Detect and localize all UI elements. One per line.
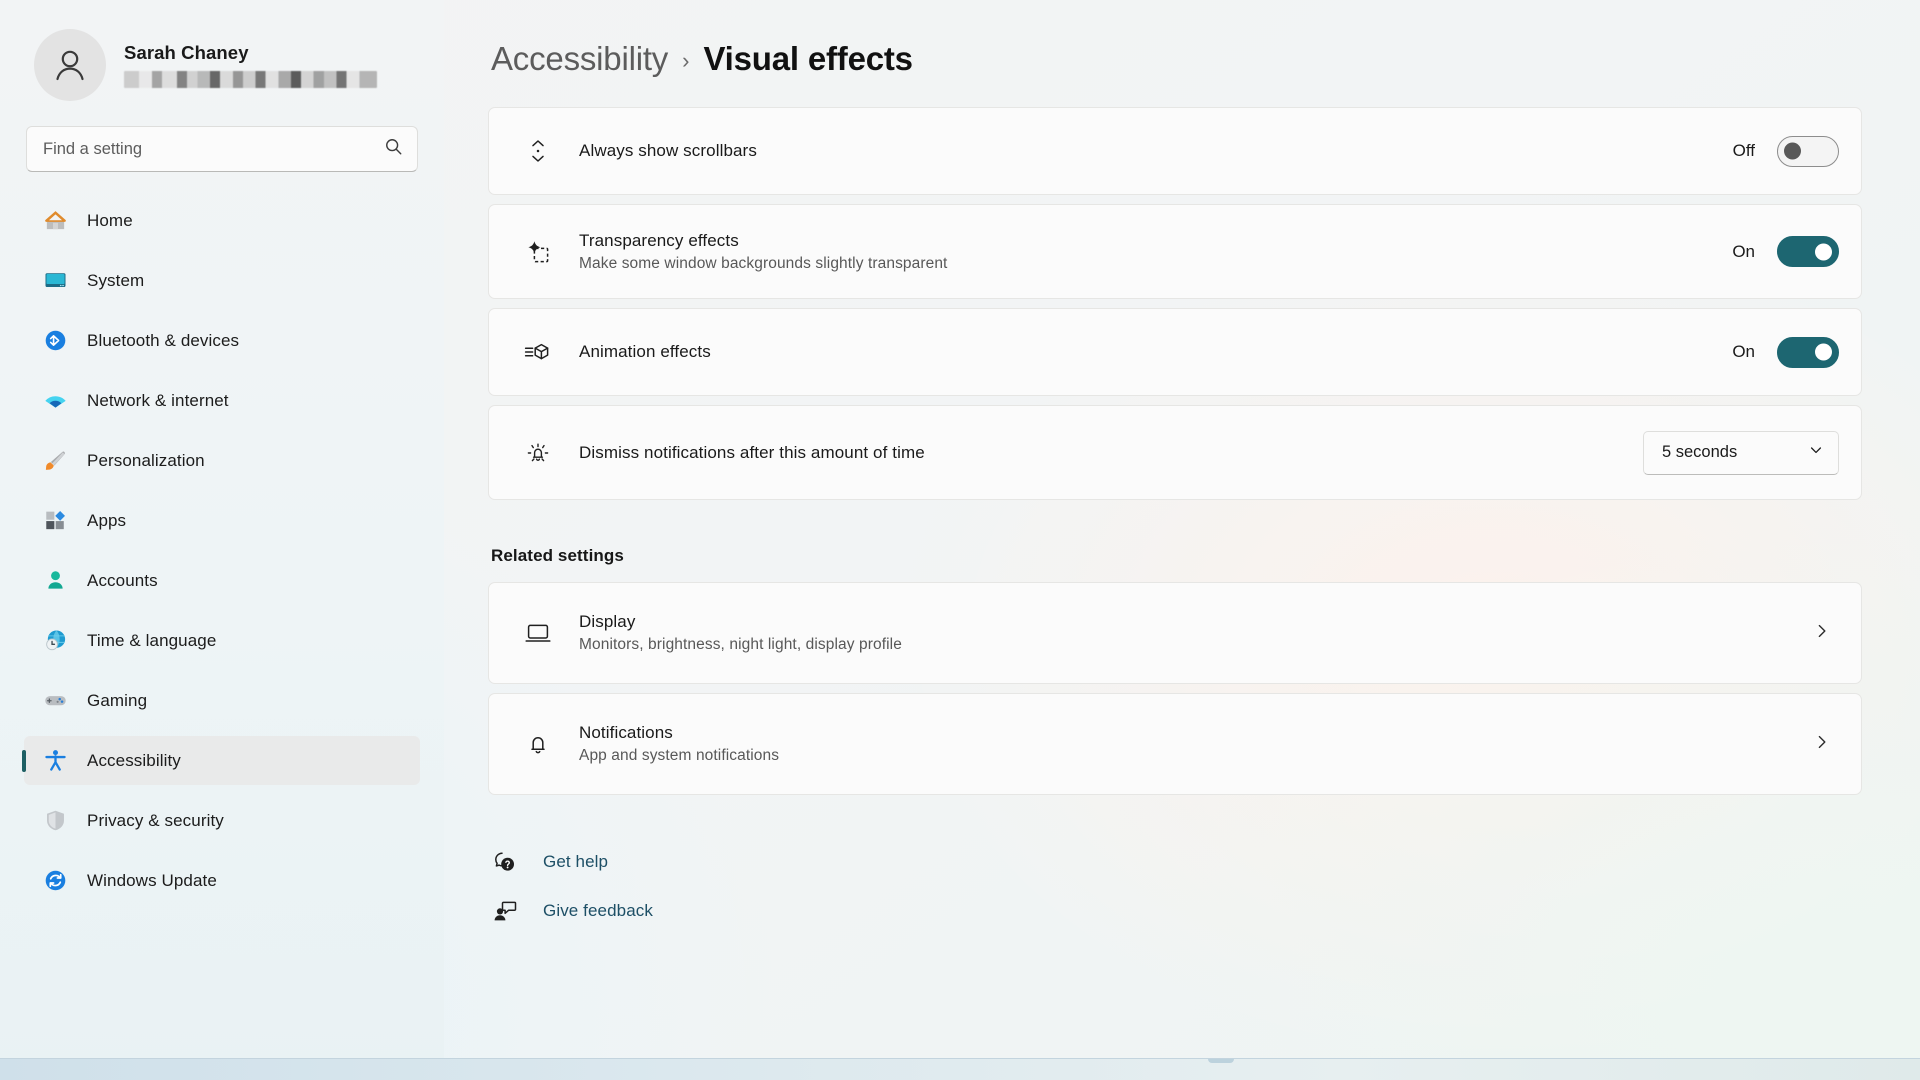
breadcrumb: Accessibility › Visual effects bbox=[488, 22, 1862, 96]
sidebar-item-home[interactable]: Home bbox=[24, 196, 420, 245]
search-input[interactable] bbox=[43, 139, 384, 159]
setting-row-dismiss-notifications: Dismiss notifications after this amount … bbox=[488, 405, 1862, 500]
sidebar-item-label: Network & internet bbox=[87, 390, 229, 410]
sidebar-item-time-language[interactable]: Time & language bbox=[24, 616, 420, 665]
setting-title: Transparency effects bbox=[579, 230, 739, 250]
setting-row-transparency-effects: Transparency effects Make some window ba… bbox=[488, 204, 1862, 299]
main-content: Accessibility › Visual effects Always sh… bbox=[444, 0, 1920, 1080]
sidebar-item-network[interactable]: Network & internet bbox=[24, 376, 420, 425]
sidebar-item-label: Windows Update bbox=[87, 870, 217, 890]
paintbrush-icon bbox=[42, 448, 68, 474]
scrollbar-icon bbox=[521, 134, 555, 168]
sidebar-item-windows-update[interactable]: Windows Update bbox=[24, 856, 420, 905]
sidebar-nav: Home System Bluetooth & devices Network … bbox=[24, 196, 420, 905]
system-monitor-icon bbox=[42, 268, 68, 294]
breadcrumb-separator-icon: › bbox=[682, 47, 690, 73]
page-title: Visual effects bbox=[703, 40, 913, 77]
dismiss-notifications-dropdown[interactable]: 5 seconds bbox=[1643, 430, 1839, 475]
related-item-subtitle: App and system notifications bbox=[579, 747, 780, 764]
globe-clock-icon bbox=[42, 628, 68, 654]
sidebar-item-privacy-security[interactable]: Privacy & security bbox=[24, 796, 420, 845]
related-item-title: Display bbox=[579, 612, 636, 631]
related-item-subtitle: Monitors, brightness, night light, displ… bbox=[579, 636, 902, 653]
account-person-icon bbox=[42, 568, 68, 594]
user-profile[interactable]: Sarah Chaney bbox=[24, 0, 420, 104]
settings-window: Sarah Chaney Find a setting Home System … bbox=[0, 0, 1920, 1080]
setting-title: Always show scrollbars bbox=[579, 141, 757, 160]
sidebar-item-label: Time & language bbox=[87, 630, 217, 650]
setting-row-animation-effects: Animation effects On bbox=[488, 308, 1862, 396]
setting-title: Animation effects bbox=[579, 342, 711, 361]
related-item-notifications[interactable]: Notifications App and system notificatio… bbox=[488, 693, 1862, 795]
feedback-person-bubble-icon bbox=[491, 897, 519, 925]
animation-cube-icon bbox=[521, 335, 555, 369]
dropdown-selected-value: 5 seconds bbox=[1662, 443, 1738, 461]
toggle-state-label: Off bbox=[1732, 141, 1755, 160]
sidebar-item-bluetooth[interactable]: Bluetooth & devices bbox=[24, 316, 420, 365]
apps-icon bbox=[42, 508, 68, 534]
sidebar-item-label: System bbox=[87, 270, 145, 290]
sidebar-item-system[interactable]: System bbox=[24, 256, 420, 305]
help-links: Get help Give feedback bbox=[488, 837, 1862, 935]
taskbar-indicator bbox=[1208, 1059, 1234, 1063]
help-link-label: Get help bbox=[543, 851, 609, 871]
transparency-sparkle-icon bbox=[521, 235, 555, 269]
setting-title: Dismiss notifications after this amount … bbox=[579, 442, 925, 462]
chevron-right-icon bbox=[1813, 622, 1839, 645]
toggle-knob bbox=[1815, 243, 1832, 260]
setting-row-always-show-scrollbars: Always show scrollbars Off bbox=[488, 107, 1862, 195]
toggle-state-label: On bbox=[1732, 342, 1755, 361]
animation-effects-toggle[interactable] bbox=[1777, 336, 1839, 368]
chevron-right-icon bbox=[1813, 733, 1839, 756]
sidebar: Sarah Chaney Find a setting Home System … bbox=[0, 0, 444, 1080]
sidebar-item-label: Accessibility bbox=[87, 750, 181, 770]
taskbar-strip bbox=[0, 1058, 1920, 1080]
help-link-label: Give feedback bbox=[543, 900, 653, 920]
search-box[interactable] bbox=[26, 126, 418, 172]
sidebar-item-label: Apps bbox=[87, 510, 127, 530]
shield-icon bbox=[42, 808, 68, 834]
chevron-down-icon bbox=[1808, 442, 1824, 463]
sidebar-item-label: Accounts bbox=[87, 570, 158, 590]
toggle-state-label: On bbox=[1732, 241, 1755, 261]
related-item-display[interactable]: Display Monitors, brightness, night ligh… bbox=[488, 582, 1862, 684]
update-refresh-icon bbox=[42, 868, 68, 894]
gamepad-icon bbox=[42, 688, 68, 714]
help-question-bubble-icon bbox=[491, 848, 519, 876]
related-settings-list: Display Monitors, brightness, night ligh… bbox=[488, 582, 1862, 795]
breadcrumb-parent-link[interactable]: Accessibility bbox=[491, 40, 668, 78]
sidebar-item-accessibility[interactable]: Accessibility bbox=[24, 736, 420, 785]
toggle-knob bbox=[1815, 343, 1832, 361]
sidebar-item-apps[interactable]: Apps bbox=[24, 496, 420, 545]
sidebar-item-label: Bluetooth & devices bbox=[87, 330, 240, 350]
sidebar-item-personalization[interactable]: Personalization bbox=[24, 436, 420, 485]
avatar bbox=[34, 29, 106, 101]
home-icon bbox=[42, 208, 68, 234]
settings-list: Always show scrollbars Off Transparency … bbox=[488, 107, 1862, 500]
related-item-title: Notifications bbox=[579, 723, 673, 742]
sidebar-item-accounts[interactable]: Accounts bbox=[24, 556, 420, 605]
always-show-scrollbars-toggle[interactable] bbox=[1777, 135, 1839, 167]
accessibility-person-icon bbox=[42, 748, 68, 774]
wifi-icon bbox=[42, 388, 68, 414]
sidebar-item-label: Gaming bbox=[87, 690, 148, 710]
profile-name: Sarah Chaney bbox=[124, 42, 249, 63]
notification-bell-timer-icon bbox=[521, 436, 555, 470]
sidebar-item-label: Privacy & security bbox=[87, 810, 224, 830]
search-icon bbox=[384, 137, 403, 161]
profile-email-redacted bbox=[124, 71, 377, 88]
get-help-link[interactable]: Get help bbox=[491, 837, 1862, 886]
setting-subtitle: Make some window backgrounds slightly tr… bbox=[579, 254, 948, 272]
bell-icon bbox=[521, 727, 555, 761]
display-monitor-icon bbox=[521, 616, 555, 650]
related-settings-heading: Related settings bbox=[491, 546, 624, 565]
give-feedback-link[interactable]: Give feedback bbox=[491, 886, 1862, 935]
transparency-effects-toggle[interactable] bbox=[1777, 236, 1839, 267]
toggle-knob bbox=[1784, 142, 1801, 160]
sidebar-item-label: Home bbox=[87, 210, 133, 230]
sidebar-item-label: Personalization bbox=[87, 450, 205, 470]
bluetooth-icon bbox=[42, 328, 68, 354]
sidebar-item-gaming[interactable]: Gaming bbox=[24, 676, 420, 725]
